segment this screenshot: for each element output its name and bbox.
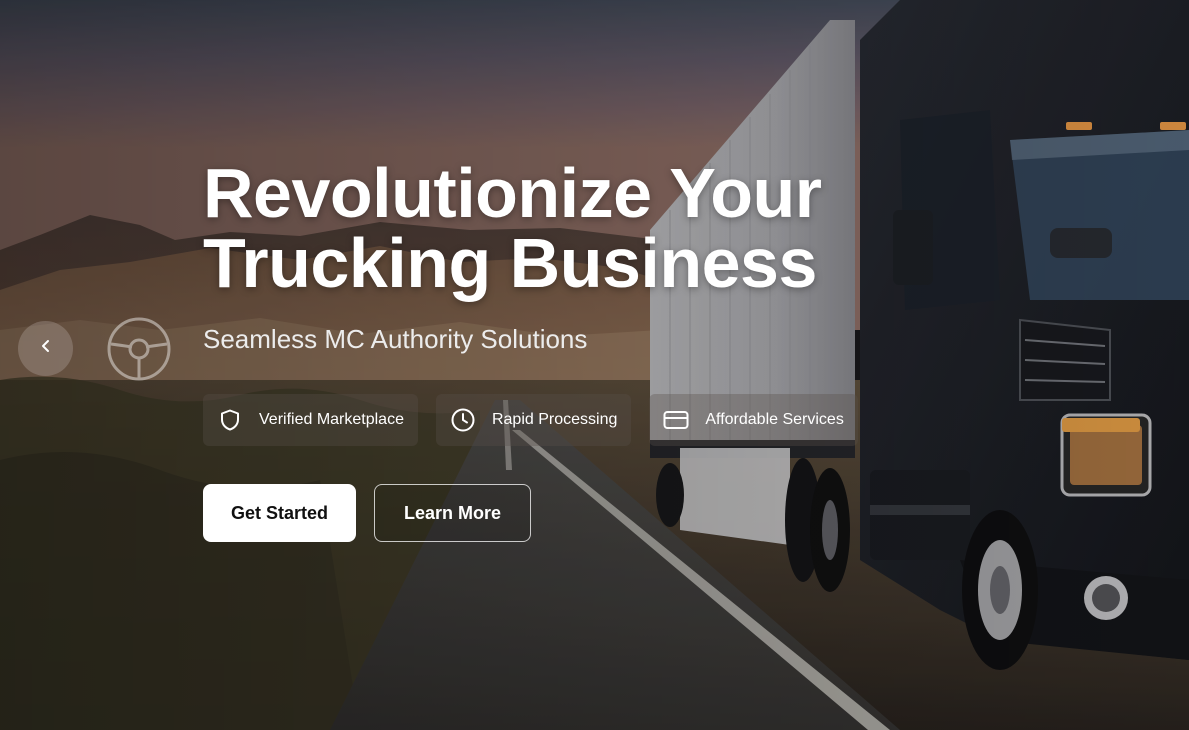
hero-section: Revolutionize Your Trucking Business Sea… xyxy=(0,0,1189,730)
hero-subtitle: Seamless MC Authority Solutions xyxy=(203,324,588,354)
feature-rapid-processing: Rapid Processing xyxy=(435,394,632,446)
feature-verified-marketplace: Verified Marketplace xyxy=(203,394,418,446)
clock-icon xyxy=(450,407,476,433)
carousel-prev-button[interactable] xyxy=(18,321,73,376)
feature-label: Affordable Services xyxy=(705,411,844,428)
shield-icon xyxy=(217,407,243,433)
feature-label: Verified Marketplace xyxy=(259,411,404,428)
cta-buttons: Get Started Learn More xyxy=(203,484,1103,542)
chevron-left-icon xyxy=(38,338,54,359)
steering-wheel-icon xyxy=(106,316,172,382)
feature-list: Verified Marketplace Rapid Processing Af… xyxy=(203,394,1103,446)
get-started-button[interactable]: Get Started xyxy=(203,484,356,542)
hero-title: Revolutionize Your Trucking Business xyxy=(203,154,822,302)
feature-affordable-services: Affordable Services xyxy=(649,394,858,446)
feature-label: Rapid Processing xyxy=(491,411,618,428)
learn-more-button[interactable]: Learn More xyxy=(374,484,531,542)
hero-content: Revolutionize Your Trucking Business Sea… xyxy=(203,158,1103,542)
credit-card-icon xyxy=(663,407,689,433)
